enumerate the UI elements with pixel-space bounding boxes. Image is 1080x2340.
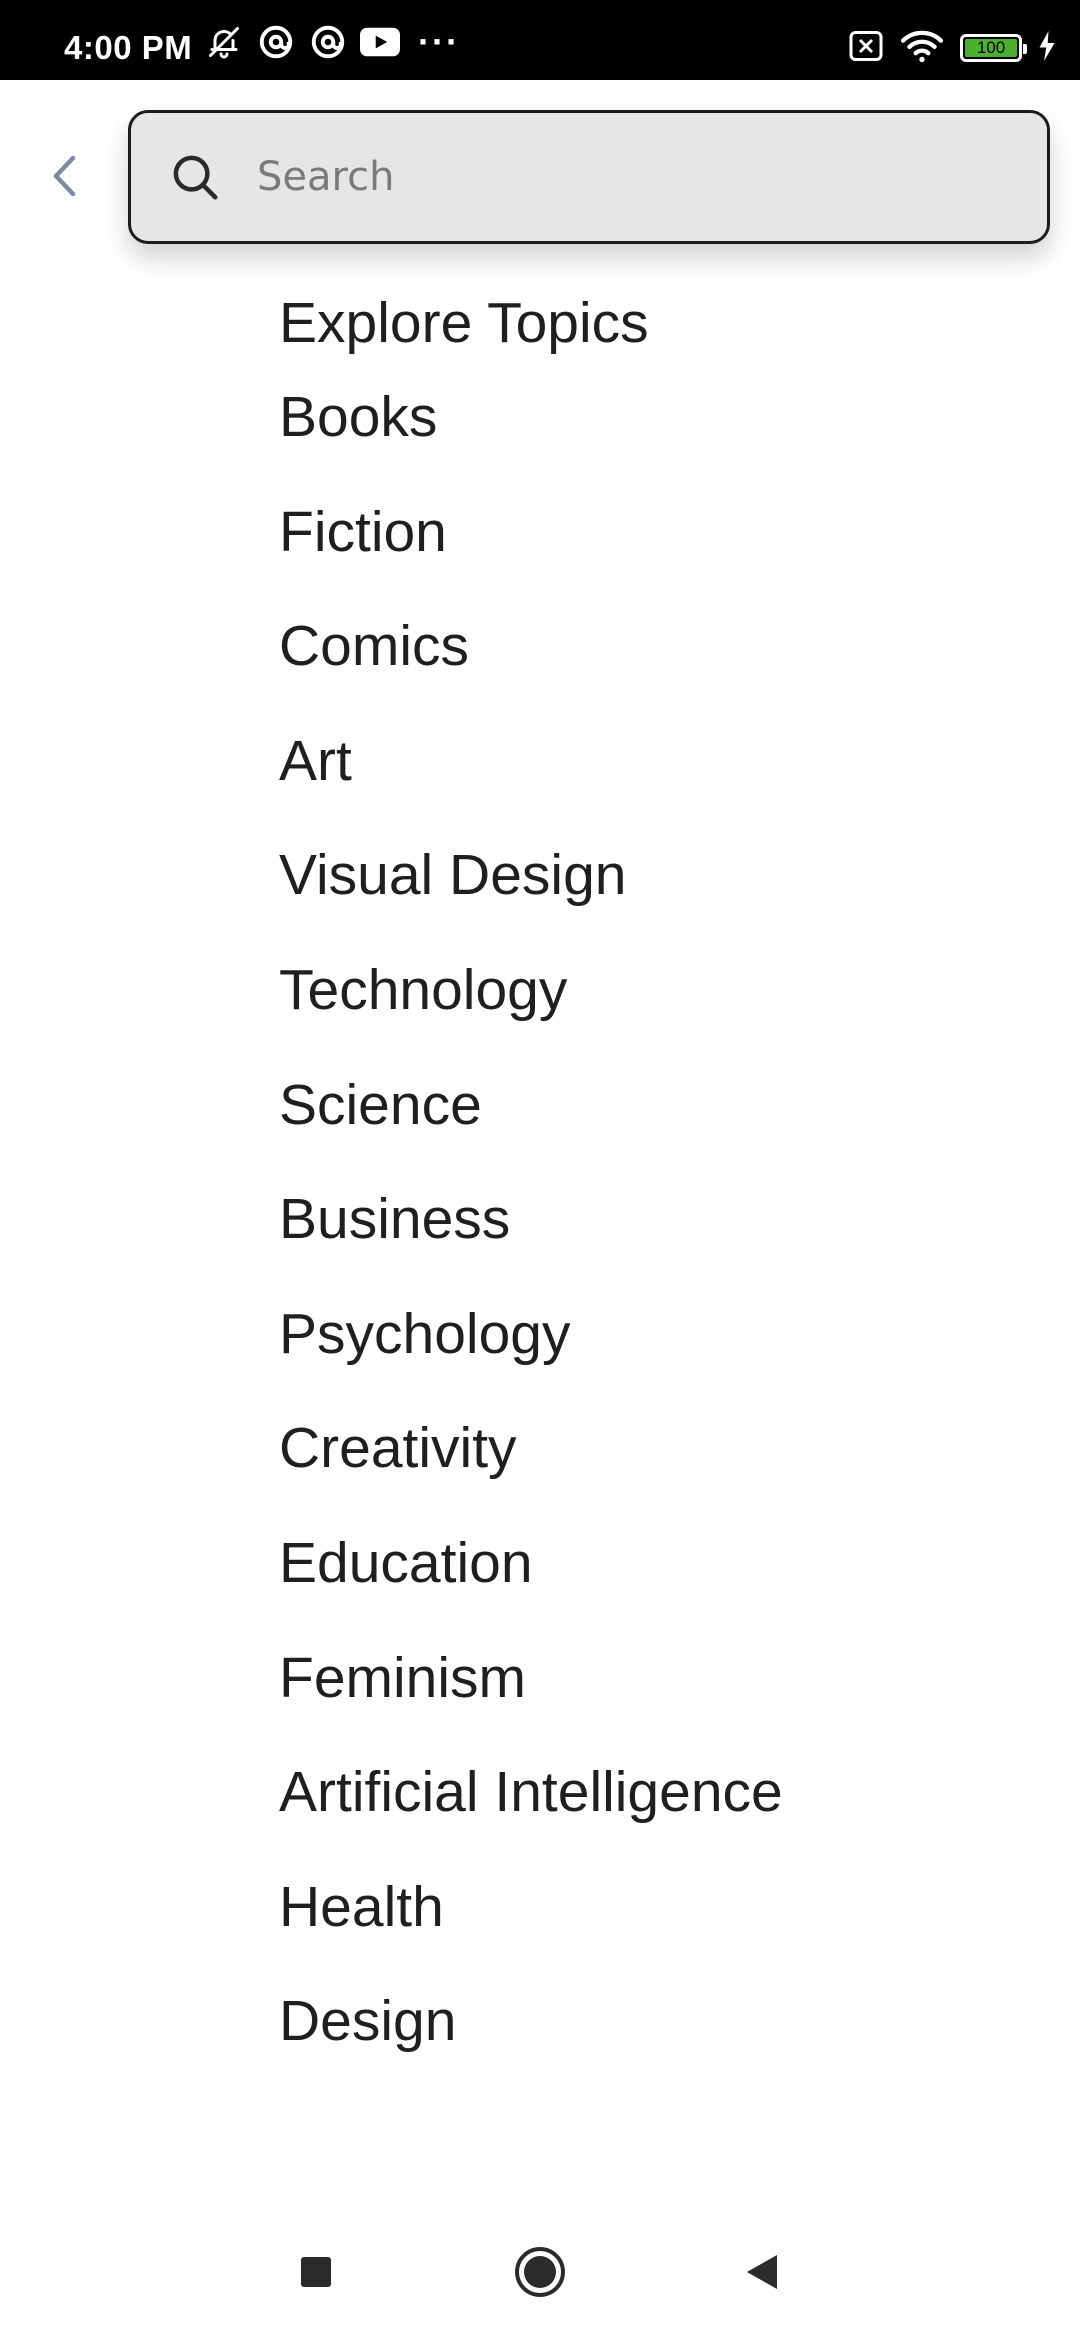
- topic-list: Books Fiction Comics Art Visual Design T…: [279, 376, 783, 2095]
- at-sign-icon: [256, 22, 296, 62]
- battery-icon: 100: [960, 34, 1027, 62]
- status-bar: 4:00 PM ··· 100: [0, 0, 1080, 80]
- back-button[interactable]: [36, 140, 92, 216]
- sim-off-icon: [848, 30, 884, 66]
- topic-item-health[interactable]: Health: [279, 1866, 783, 1981]
- notifications-off-icon: [204, 22, 244, 62]
- topic-item-creativity[interactable]: Creativity: [279, 1407, 783, 1522]
- topic-item-business[interactable]: Business: [279, 1178, 783, 1293]
- more-dots-icon: ···: [418, 21, 460, 62]
- topic-item-technology[interactable]: Technology: [279, 949, 783, 1064]
- topic-item-science[interactable]: Science: [279, 1064, 783, 1179]
- topic-item-visual-design[interactable]: Visual Design: [279, 834, 783, 949]
- topic-item-feminism[interactable]: Feminism: [279, 1637, 783, 1752]
- search-input[interactable]: [257, 137, 1047, 217]
- explore-topics-title: Explore Topics: [279, 291, 649, 355]
- chevron-left-icon: [49, 152, 79, 205]
- recents-square-icon: [299, 2255, 333, 2294]
- topic-item-art[interactable]: Art: [279, 720, 783, 835]
- home-circle-icon: [513, 2245, 567, 2304]
- battery-level: 100: [965, 39, 1017, 57]
- status-time: 4:00 PM: [64, 29, 193, 66]
- topic-item-design[interactable]: Design: [279, 1980, 783, 2095]
- back-triangle-icon: [743, 2252, 781, 2297]
- search-icon: [167, 149, 223, 205]
- system-back-button[interactable]: [722, 2234, 802, 2314]
- topic-item-comics[interactable]: Comics: [279, 605, 783, 720]
- topic-item-artificial-intelligence[interactable]: Artificial Intelligence: [279, 1751, 783, 1866]
- wifi-icon: [900, 28, 944, 69]
- status-icons-right: 100: [848, 28, 1056, 68]
- recents-button[interactable]: [276, 2234, 356, 2314]
- status-icons-left: ···: [204, 22, 460, 62]
- at-sign-icon: [308, 22, 348, 62]
- topic-item-fiction[interactable]: Fiction: [279, 491, 783, 606]
- search-bar[interactable]: [128, 110, 1050, 244]
- charging-icon: [1038, 30, 1056, 66]
- topic-item-books[interactable]: Books: [279, 376, 783, 491]
- topic-item-education[interactable]: Education: [279, 1522, 783, 1637]
- youtube-icon: [360, 22, 400, 62]
- topic-item-psychology[interactable]: Psychology: [279, 1293, 783, 1408]
- home-button[interactable]: [500, 2234, 580, 2314]
